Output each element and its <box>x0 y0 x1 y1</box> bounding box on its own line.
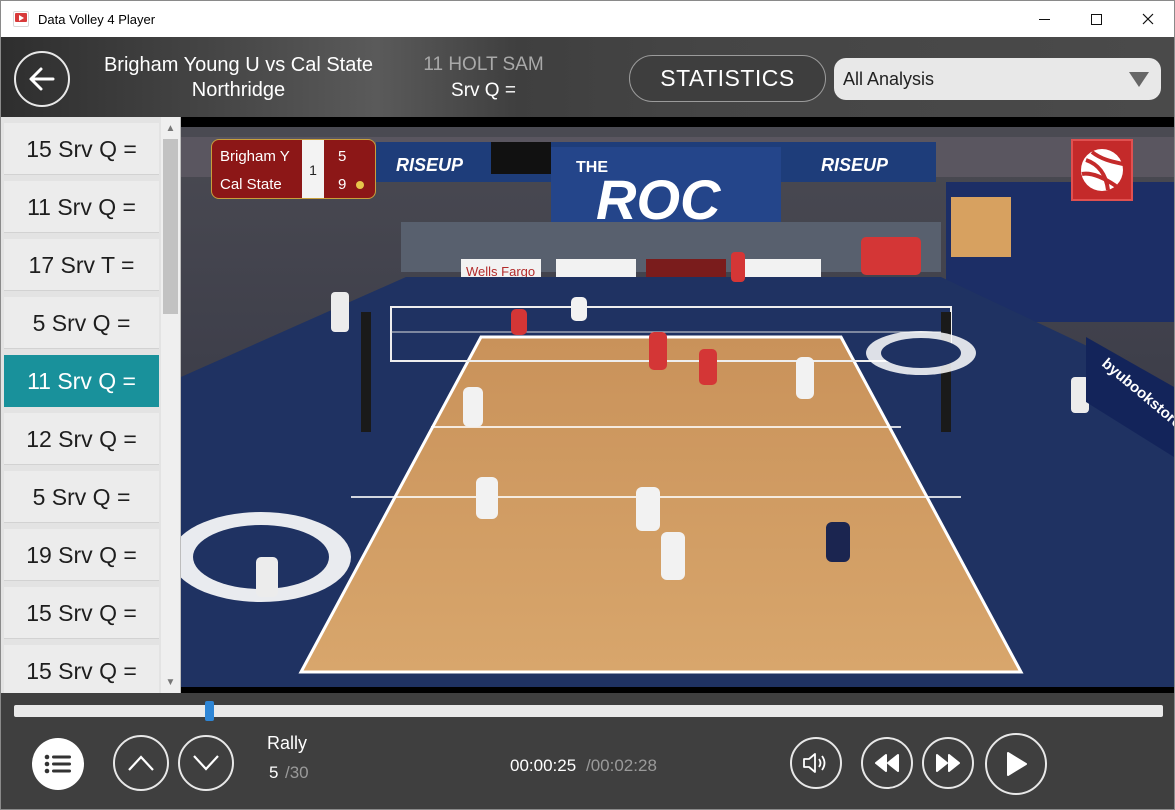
progress-knob[interactable] <box>205 701 215 721</box>
banner-roc: ROC <box>596 168 722 231</box>
rally-list-item[interactable]: 15 Srv Q = <box>4 123 159 175</box>
window-title: Data Volley 4 Player <box>38 11 156 27</box>
rally-list-item[interactable]: 15 Srv Q = <box>4 587 159 639</box>
progress-track[interactable] <box>14 701 1163 721</box>
header-bar: Brigham Young U vs Cal State Northridge … <box>1 37 1174 117</box>
banner-riseup-right: RISEUP <box>821 155 889 175</box>
scoreboard-team1: Brigham Y <box>220 148 290 165</box>
next-rally-button[interactable] <box>178 735 234 791</box>
maximize-button[interactable] <box>1070 1 1122 37</box>
analysis-select[interactable]: All Analysis <box>834 58 1161 100</box>
rally-list: 15 Srv Q = 11 Srv Q = 17 Srv T = 5 Srv Q = 1… <box>1 117 161 693</box>
close-button[interactable] <box>1122 1 1174 37</box>
play-icon <box>1007 752 1027 776</box>
rally-list-item[interactable]: 15 Srv Q = <box>4 645 159 693</box>
rally-list-item[interactable]: 19 Srv Q = <box>4 529 159 581</box>
scroll-up-icon[interactable]: ▲ <box>161 119 180 137</box>
volleyball-icon <box>1081 149 1124 191</box>
video-frame: RISEUP RISEUP THE ROC Wells Fargo <box>181 127 1174 687</box>
match-title: Brigham Young U vs Cal State Northridge <box>101 53 376 103</box>
current-skill: Srv Q = <box>451 80 516 101</box>
analysis-select-value: All Analysis <box>843 68 935 89</box>
volume-button[interactable] <box>790 737 842 789</box>
scroll-down-icon[interactable]: ▼ <box>161 673 180 691</box>
rally-list-item[interactable]: 5 Srv Q = <box>4 297 159 349</box>
scoreboard: Brigham Y Cal State 1 5 9 <box>211 139 376 199</box>
title-bar: Data Volley 4 Player <box>1 1 1174 37</box>
previous-rally-button[interactable] <box>113 735 169 791</box>
scoreboard-set: 1 <box>302 140 324 198</box>
rally-list-item[interactable]: 5 Srv Q = <box>4 471 159 523</box>
video-player[interactable]: RISEUP RISEUP THE ROC Wells Fargo Brigha… <box>181 117 1174 693</box>
rally-current: 5 <box>269 763 279 782</box>
playback-bar: Rally 5 /30 00:00:25 /00:02:28 <box>1 693 1174 809</box>
time-current: 00:00:25 <box>510 756 577 775</box>
chevron-down-icon <box>193 755 219 771</box>
scrollbar-thumb[interactable] <box>163 139 178 314</box>
rally-list-item[interactable]: 11 Srv Q = <box>4 355 159 407</box>
app-window: Data Volley 4 Player Brigham Young U vs … <box>0 0 1175 810</box>
chevron-down-icon <box>1129 72 1149 87</box>
current-player: 11 HOLT SAM <box>423 54 544 75</box>
rally-list-item[interactable]: 17 Srv T = <box>4 239 159 291</box>
scoreboard-score2: 9 <box>338 176 347 193</box>
minimize-icon <box>1038 18 1050 20</box>
rally-list-panel: 15 Srv Q = 11 Srv Q = 17 Srv T = 5 Srv Q = 1… <box>1 117 181 693</box>
rally-label: Rally <box>267 733 308 753</box>
rally-total: /30 <box>285 763 309 782</box>
volleyball-logo-icon <box>1071 139 1133 201</box>
match-title-line2: Northridge <box>191 79 286 101</box>
back-button[interactable] <box>14 51 70 107</box>
scoreboard-score1: 5 <box>338 148 347 165</box>
play-button[interactable] <box>985 733 1047 795</box>
arrow-left-icon <box>29 67 55 91</box>
rally-list-item[interactable]: 12 Srv Q = <box>4 413 159 465</box>
banner-wells-fargo: Wells Fargo <box>466 264 535 279</box>
scoreboard-team2: Cal State <box>220 176 282 193</box>
maximize-icon <box>1090 13 1102 25</box>
serve-indicator-icon <box>356 181 364 189</box>
rally-list-item[interactable]: 11 Srv Q = <box>4 181 159 233</box>
close-icon <box>1142 13 1154 25</box>
app-play-icon <box>13 11 29 27</box>
rewind-button[interactable] <box>861 737 913 789</box>
chevron-up-icon <box>128 755 154 771</box>
fast-forward-icon <box>936 754 960 772</box>
fast-forward-button[interactable] <box>922 737 974 789</box>
speaker-icon <box>803 753 826 773</box>
match-title-line1: Brigham Young U vs Cal State <box>103 54 374 76</box>
playlist-button[interactable] <box>32 738 84 790</box>
time-total: /00:02:28 <box>586 756 657 775</box>
list-icon <box>44 754 71 774</box>
banner-riseup-left: RISEUP <box>396 155 464 175</box>
minimize-button[interactable] <box>1018 1 1070 37</box>
statistics-button[interactable]: STATISTICS <box>629 55 826 102</box>
rewind-icon <box>875 754 899 772</box>
scrollbar[interactable]: ▲ ▼ <box>161 117 180 693</box>
